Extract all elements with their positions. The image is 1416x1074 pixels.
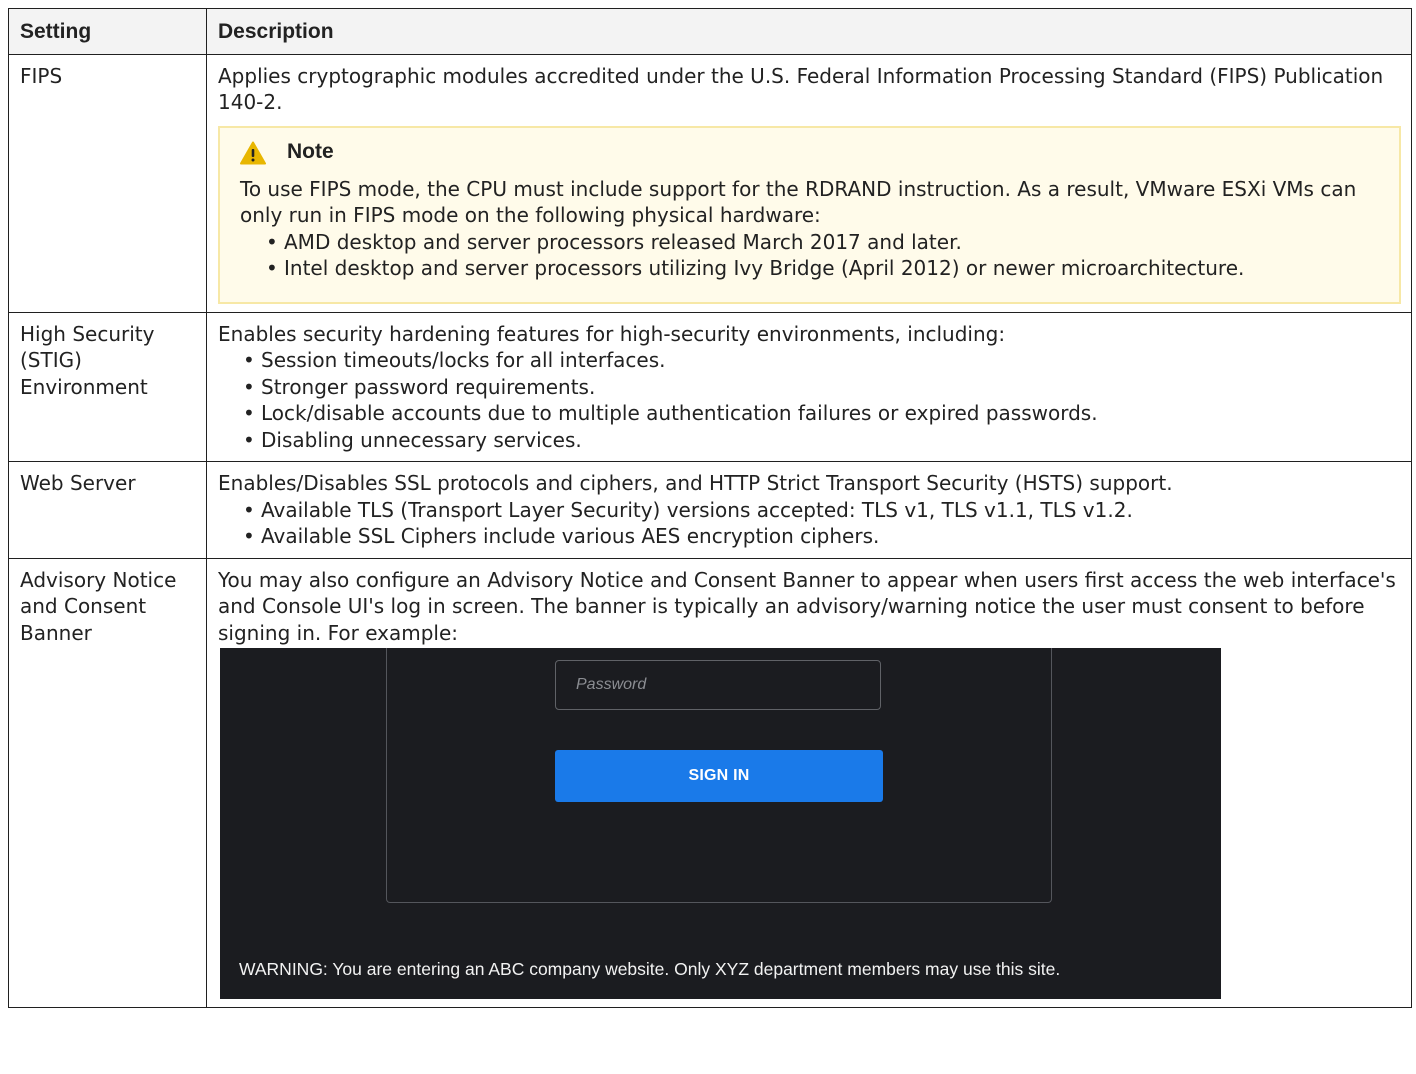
note-bullet-list: AMD desktop and server processors releas…	[240, 229, 1389, 282]
description-cell: Enables security hardening features for …	[206, 311, 1412, 462]
list-item: Available SSL Ciphers include various AE…	[243, 523, 1401, 550]
password-input: Password	[555, 660, 881, 710]
list-item: AMD desktop and server processors releas…	[266, 229, 1389, 256]
bullet-list: Available TLS (Transport Layer Security)…	[218, 497, 1401, 550]
note-header: Note	[240, 138, 1389, 168]
list-item: Disabling unnecessary services.	[243, 427, 1401, 454]
list-item: Stronger password requirements.	[243, 374, 1401, 401]
description-text: Applies cryptographic modules accredited…	[218, 63, 1384, 115]
list-item: Session timeouts/locks for all interface…	[243, 347, 1401, 374]
setting-cell: Web Server	[8, 461, 207, 559]
list-item: Lock/disable accounts due to multiple au…	[243, 400, 1401, 427]
description-text: Enables/Disables SSL protocols and ciphe…	[218, 471, 1173, 495]
description-cell: You may also configure an Advisory Notic…	[206, 557, 1412, 1008]
description-cell: Enables/Disables SSL protocols and ciphe…	[206, 461, 1412, 559]
description-cell: Applies cryptographic modules accredited…	[206, 53, 1412, 313]
sign-in-button: SIGN IN	[555, 750, 883, 802]
list-item: Available TLS (Transport Layer Security)…	[243, 497, 1401, 524]
bullet-list: Session timeouts/locks for all interface…	[218, 347, 1401, 453]
table-row-high-security: High Security (STIG) Environment Enables…	[8, 311, 1412, 462]
table-row-web-server: Web Server Enables/Disables SSL protocol…	[8, 461, 1412, 559]
setting-cell: High Security (STIG) Environment	[8, 311, 207, 462]
note-callout: Note To use FIPS mode, the CPU must incl…	[218, 125, 1401, 304]
example-login-screenshot: Password SIGN IN WARNING: You are enteri…	[220, 648, 1221, 999]
note-title: Note	[287, 140, 334, 164]
column-header-description: Description	[206, 8, 1412, 55]
description-text: Enables security hardening features for …	[218, 321, 1006, 346]
setting-cell: Advisory Notice and Consent Banner	[8, 557, 207, 1008]
description-text: You may also configure an Advisory Notic…	[218, 567, 1396, 645]
list-item: Intel desktop and server processors util…	[266, 255, 1389, 282]
table-row-fips: FIPS Applies cryptographic modules accre…	[8, 53, 1412, 313]
note-text: To use FIPS mode, the CPU must include s…	[240, 176, 1357, 228]
table-header-row: Setting Description	[8, 8, 1412, 55]
warning-icon	[240, 141, 266, 165]
setting-cell: FIPS	[8, 53, 207, 313]
column-header-setting: Setting	[8, 8, 207, 55]
settings-table: Setting Description FIPS Applies cryptog…	[8, 8, 1412, 1008]
table-row-advisory-banner: Advisory Notice and Consent Banner You m…	[8, 557, 1412, 1008]
consent-banner-text: WARNING: You are entering an ABC company…	[239, 959, 1061, 979]
